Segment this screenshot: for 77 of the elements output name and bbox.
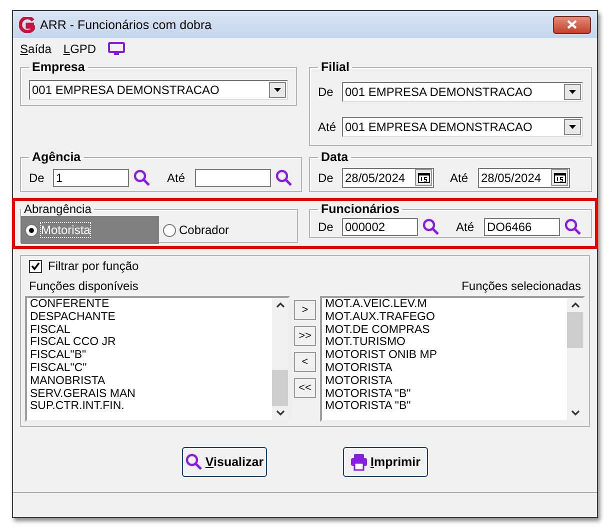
- transfer-button[interactable]: >: [294, 300, 316, 320]
- date-field[interactable]: 28/05/2024: [342, 168, 434, 188]
- calendar-icon: [554, 172, 566, 182]
- checkmark-icon: [31, 262, 40, 270]
- list-item[interactable]: FISCAL"C": [30, 362, 272, 375]
- field-label: De: [29, 170, 46, 184]
- dropdown-arrow-icon: [569, 90, 576, 94]
- transfer-button[interactable]: <: [294, 352, 316, 372]
- input-field[interactable]: DO6466: [484, 218, 560, 236]
- checkbox[interactable]: Filtrar por função: [25, 258, 585, 274]
- list-title: Funções selecionadas: [462, 279, 581, 293]
- list-item[interactable]: MOT.AUX.TRAFEGO: [325, 310, 567, 324]
- list-item[interactable]: SERV.GERAIS MAN: [30, 388, 272, 400]
- radio-option[interactable]: Cobrador: [159, 216, 297, 244]
- group-title: Empresa: [31, 60, 86, 74]
- field-label: De: [318, 220, 334, 234]
- print-button[interactable]: Imprimir: [343, 447, 428, 477]
- group-title: Filial: [320, 60, 350, 74]
- date-field[interactable]: 28/05/2024: [478, 168, 570, 188]
- window-title: ARR - Funcionários com dobra: [40, 18, 213, 32]
- list-item[interactable]: MOT.TURISMO: [325, 336, 567, 350]
- search-icon: [185, 453, 204, 471]
- search-icon[interactable]: [564, 218, 582, 236]
- field-label: Até: [450, 170, 470, 184]
- list-item[interactable]: MOT.A.VEIC.LEV.M: [325, 298, 567, 311]
- view-button[interactable]: Visualizar: [182, 447, 267, 477]
- list-item[interactable]: SUP.CTR.INT.FIN.: [30, 400, 272, 414]
- field-label: Até: [456, 220, 476, 234]
- menu-item[interactable]: Saída: [20, 42, 52, 56]
- input-field[interactable]: 000002: [342, 218, 418, 236]
- list-item[interactable]: MOTORISTA "B": [325, 388, 567, 400]
- dropdown-arrow-icon: [274, 88, 281, 92]
- group-title: Funcionários: [320, 202, 400, 216]
- list-item[interactable]: MOTORISTA: [325, 362, 567, 375]
- list-item[interactable]: MOTORISTA "B": [325, 400, 567, 414]
- monitor-icon[interactable]: [108, 42, 126, 56]
- list-title: Funções disponíveis: [29, 279, 138, 293]
- scroll-up-icon[interactable]: [570, 302, 580, 308]
- transfer-button[interactable]: <<: [294, 378, 316, 398]
- group-title: Agência: [31, 150, 82, 164]
- list-item[interactable]: MOT.DE COMPRAS: [325, 324, 567, 336]
- list-item[interactable]: FISCAL"B": [30, 349, 272, 362]
- list-item[interactable]: MOTORIST ONIB MP: [325, 349, 567, 362]
- search-icon[interactable]: [275, 168, 293, 186]
- field-label: De: [318, 84, 334, 99]
- scroll-down-icon[interactable]: [276, 410, 284, 416]
- list-item[interactable]: FISCAL: [30, 324, 272, 336]
- list-item[interactable]: DESPACHANTE: [30, 310, 272, 324]
- dropdown[interactable]: 001 EMPRESA DEMONSTRACAO: [342, 82, 583, 102]
- dropdown-arrow-icon: [569, 125, 576, 130]
- dropdown[interactable]: 001 EMPRESA DEMONSTRACAO: [342, 117, 583, 138]
- field-label: Até: [318, 120, 338, 134]
- group-title: Data: [320, 150, 350, 164]
- input-field[interactable]: 1: [53, 168, 129, 186]
- group-title: Abrangência: [23, 202, 92, 216]
- dropdown[interactable]: 001 EMPRESA DEMONSTRACAO: [29, 80, 288, 100]
- calendar-button[interactable]: [551, 169, 568, 186]
- menu-item[interactable]: LGPD: [63, 42, 96, 56]
- input-field[interactable]: [195, 168, 271, 186]
- list-item[interactable]: FISCAL CCO JR: [30, 336, 272, 350]
- field-label: De: [318, 170, 334, 184]
- list-item[interactable]: CONFERENTE: [30, 298, 272, 311]
- list-item[interactable]: MANOBRISTA: [30, 374, 272, 388]
- printer-icon: [350, 453, 368, 471]
- field-label: Até: [167, 170, 186, 184]
- list-item[interactable]: MOTORISTA: [325, 374, 567, 388]
- calendar-icon: [418, 172, 430, 182]
- radio-option[interactable]: Motorista: [21, 216, 159, 244]
- search-icon[interactable]: [422, 218, 440, 236]
- calendar-button[interactable]: [415, 169, 432, 186]
- logo-icon: [19, 16, 35, 32]
- search-icon[interactable]: [133, 168, 151, 186]
- scroll-up-icon[interactable]: [276, 302, 284, 308]
- scroll-down-icon[interactable]: [570, 410, 580, 416]
- close-button[interactable]: [553, 16, 591, 34]
- close-icon: [567, 20, 577, 29]
- transfer-button[interactable]: >>: [294, 326, 316, 346]
